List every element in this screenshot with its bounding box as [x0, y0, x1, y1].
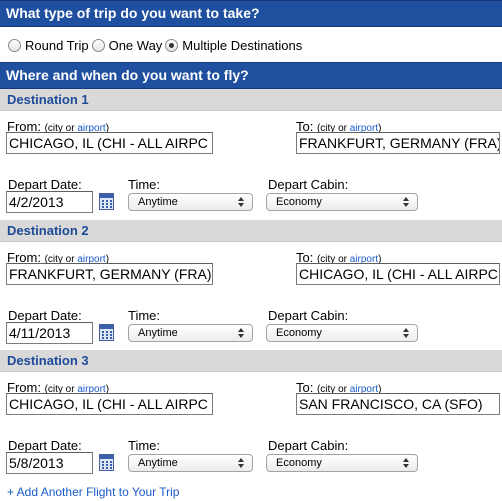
- time-label: Time:: [128, 308, 161, 323]
- round-trip-radio[interactable]: Round Trip: [8, 38, 89, 53]
- destination-header: Destination 1: [0, 89, 502, 111]
- select-arrows-icon: [238, 327, 246, 339]
- radio-button-icon[interactable]: [8, 38, 21, 52]
- time-select[interactable]: Anytime: [128, 193, 253, 211]
- calendar-icon[interactable]: [99, 193, 114, 210]
- one-way-label[interactable]: One Way: [109, 38, 163, 53]
- one-way-radio[interactable]: One Way: [91, 38, 163, 53]
- trip-type-header: What type of trip do you want to take?: [0, 0, 502, 27]
- calendar-icon[interactable]: [99, 454, 114, 471]
- multiple-destinations-radio[interactable]: Multiple Destinations: [165, 38, 302, 53]
- destination-header: Destination 2: [0, 220, 502, 242]
- to-city-input[interactable]: SAN FRANCISCO, CA (SFO): [296, 393, 500, 415]
- select-arrows-icon: [403, 196, 411, 208]
- time-label: Time:: [128, 177, 161, 192]
- from-city-input[interactable]: CHICAGO, IL (CHI - ALL AIRPC: [6, 393, 213, 415]
- depart-date-label: Depart Date:: [8, 308, 82, 323]
- depart-cabin-label: Depart Cabin:: [268, 438, 349, 453]
- radio-button-icon[interactable]: [91, 38, 105, 52]
- destination-header: Destination 3: [0, 350, 502, 372]
- multiple-destinations-label[interactable]: Multiple Destinations: [182, 38, 302, 53]
- cabin-select[interactable]: Economy: [266, 324, 418, 342]
- radio-button-selected-icon[interactable]: [165, 38, 179, 52]
- from-city-input[interactable]: CHICAGO, IL (CHI - ALL AIRPC: [6, 132, 213, 154]
- depart-cabin-label: Depart Cabin:: [268, 308, 349, 323]
- trip-type-options: Round Trip One Way Multiple Destinations: [8, 36, 305, 54]
- depart-cabin-label: Depart Cabin:: [268, 177, 349, 192]
- add-another-flight-link[interactable]: + Add Another Flight to Your Trip: [7, 485, 179, 499]
- depart-date-label: Depart Date:: [8, 438, 82, 453]
- calendar-icon[interactable]: [99, 324, 114, 341]
- where-when-header: Where and when do you want to fly?: [0, 62, 502, 89]
- select-arrows-icon: [403, 457, 411, 469]
- time-select[interactable]: Anytime: [128, 454, 253, 472]
- round-trip-label[interactable]: Round Trip: [25, 38, 89, 53]
- select-arrows-icon: [238, 457, 246, 469]
- depart-date-input[interactable]: 4/2/2013: [6, 191, 93, 213]
- depart-date-input[interactable]: 5/8/2013: [6, 452, 93, 474]
- cabin-select[interactable]: Economy: [266, 193, 418, 211]
- from-city-input[interactable]: FRANKFURT, GERMANY (FRA): [6, 263, 213, 285]
- select-arrows-icon: [238, 196, 246, 208]
- depart-date-input[interactable]: 4/11/2013: [6, 322, 93, 344]
- time-select[interactable]: Anytime: [128, 324, 253, 342]
- time-label: Time:: [128, 438, 161, 453]
- select-arrows-icon: [403, 327, 411, 339]
- cabin-select[interactable]: Economy: [266, 454, 418, 472]
- depart-date-label: Depart Date:: [8, 177, 82, 192]
- to-city-input[interactable]: FRANKFURT, GERMANY (FRA): [296, 132, 500, 154]
- to-city-input[interactable]: CHICAGO, IL (CHI - ALL AIRPC: [296, 263, 500, 285]
